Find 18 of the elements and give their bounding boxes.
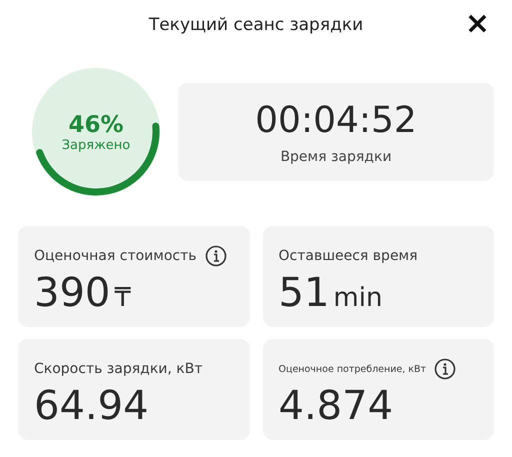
charge-percent: 46% [68,112,124,138]
stat-value: 390 [34,270,110,316]
timer-label: Время зарядки [280,148,392,164]
stat-label: Оценочная стоимость [34,248,197,264]
window-title: Текущий сеанс зарядки [148,15,364,35]
stat-unit: ₸ [114,283,131,313]
stat-label: Оценочное потребление, кВт [278,364,426,374]
close-button[interactable]: × [460,8,494,40]
info-icon[interactable] [204,245,227,267]
stat-value: 51 [278,270,330,316]
stat-value: 64.94 [34,383,149,429]
stat-label: Скорость зарядки, кВт [34,361,202,377]
charge-label: Заряжено [62,138,130,152]
timer-value: 00:04:52 [255,100,417,140]
info-icon[interactable] [434,358,456,380]
stat-value: 4.874 [278,383,394,429]
stat-unit: min [333,283,382,313]
stat-label: Оставшееся время [278,248,418,264]
